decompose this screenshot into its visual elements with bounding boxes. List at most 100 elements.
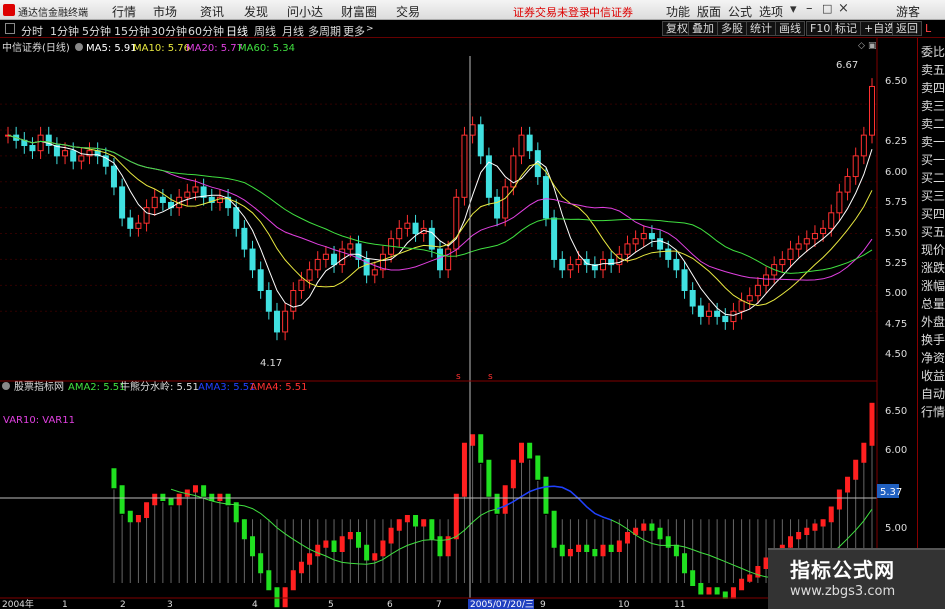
indicator-candle [323, 540, 329, 548]
side-label[interactable]: 买二 [921, 170, 945, 186]
mark-button[interactable]: 标记 [831, 21, 861, 36]
diamond-icon[interactable]: ◇ [858, 41, 865, 51]
period-multi[interactable]: 多周期 [308, 23, 341, 39]
candle [860, 134, 867, 157]
user-guest[interactable]: 游客 [896, 3, 920, 20]
candle [119, 186, 126, 219]
candle [640, 233, 647, 240]
sub-settings-icon[interactable] [2, 382, 10, 390]
indicator-candle [160, 493, 166, 501]
expand-icon[interactable]: ▣ [868, 41, 877, 51]
side-label[interactable]: 涨跌 [921, 260, 945, 276]
candle [127, 217, 134, 229]
menu-ask[interactable]: 问小达 [287, 3, 323, 20]
side-label[interactable]: 涨幅 [921, 278, 945, 294]
layout-icon[interactable] [5, 23, 15, 34]
side-label[interactable]: 卖一 [921, 134, 945, 150]
menu-discover[interactable]: 发现 [244, 3, 268, 20]
menu-layout[interactable]: 版面 [697, 3, 721, 20]
period-intraday[interactable]: 分时 [21, 23, 43, 39]
draw-button[interactable]: 画线 [775, 21, 805, 36]
side-label[interactable]: 委比 [921, 44, 945, 60]
period-15min[interactable]: 15分钟 [114, 23, 150, 39]
side-label[interactable]: 卖四 [921, 80, 945, 96]
candle [331, 253, 338, 266]
x-month: 1 [62, 600, 68, 609]
side-label[interactable]: 净资 [921, 350, 945, 366]
statistics-button[interactable]: 统计 [746, 21, 776, 36]
chart-area[interactable]: 中信证券(日线) MA5: 5.91 MA10: 5.76 MA20: 5.77… [0, 38, 917, 609]
indicator-candle [869, 402, 875, 446]
indicator-candle [543, 476, 549, 514]
candle [78, 155, 85, 162]
period-60min[interactable]: 60分钟 [188, 23, 224, 39]
side-label[interactable]: 收益 [921, 368, 945, 384]
settings-icon[interactable] [75, 43, 83, 51]
x-month: 9 [540, 600, 546, 609]
menu-quotes[interactable]: 行情 [112, 3, 136, 20]
candle [836, 191, 843, 214]
period-weekly[interactable]: 周线 [254, 23, 276, 39]
candle [518, 134, 525, 157]
back-button[interactable]: 返回 [892, 21, 922, 36]
candle [689, 290, 696, 307]
period-daily[interactable]: 日线 [226, 23, 248, 39]
indicator-candle [258, 553, 264, 574]
indicator-candle [453, 493, 459, 540]
indicator-candle [787, 536, 793, 548]
side-label[interactable]: 买五 [921, 224, 945, 240]
menu-options[interactable]: 选项 [759, 3, 783, 20]
maximize-icon[interactable]: □ [822, 2, 832, 15]
indicator-candle [144, 502, 150, 518]
side-label[interactable]: 买四 [921, 206, 945, 222]
side-label[interactable]: 买一 [921, 152, 945, 168]
candle [632, 238, 639, 245]
period-30min[interactable]: 30分钟 [151, 23, 187, 39]
side-label[interactable]: 买三 [921, 188, 945, 204]
side-label[interactable]: 外盘 [921, 314, 945, 330]
indicator-candle [478, 434, 484, 463]
minimize-window-icon[interactable]: – [806, 1, 813, 16]
menu-formula[interactable]: 公式 [728, 3, 752, 20]
period-5min[interactable]: 5分钟 [82, 23, 111, 39]
indicator-candle [820, 519, 826, 527]
side-label[interactable]: 换手 [921, 332, 945, 348]
overlay-button[interactable]: 叠加 [688, 21, 718, 36]
auto-quote-label[interactable]: 行情 [921, 404, 945, 420]
sub-axis-label: 6.00 [885, 445, 907, 456]
menu-function[interactable]: 功能 [666, 3, 690, 20]
indicator-candle [502, 485, 508, 514]
candle [143, 207, 150, 224]
side-label[interactable]: 卖二 [921, 116, 945, 132]
axis-label: 6.50 [885, 76, 907, 87]
close-icon[interactable]: × [838, 1, 849, 16]
auto-quote-label[interactable]: 自动 [921, 386, 945, 402]
candle [820, 227, 827, 235]
multi-stock-button[interactable]: 多股 [717, 21, 747, 36]
indicator-candle [135, 515, 141, 523]
indicator-candle [755, 566, 761, 578]
menu-news[interactable]: 资讯 [200, 3, 224, 20]
period-more[interactable]: 更多 [343, 23, 365, 39]
period-1min[interactable]: 1分钟 [50, 23, 79, 39]
menu-market[interactable]: 市场 [153, 3, 177, 20]
login-status[interactable]: 证券交易未登录 [513, 4, 590, 20]
candle [705, 310, 712, 317]
period-monthly[interactable]: 月线 [282, 23, 304, 39]
indicator-candle [853, 459, 859, 480]
menu-wealth[interactable]: 财富圈 [341, 3, 377, 20]
candle [37, 134, 44, 152]
x-year-label: 2004年 [2, 598, 34, 609]
side-label[interactable]: 现价 [921, 242, 945, 258]
side-label[interactable]: 总量 [921, 296, 945, 312]
indicator-candle [290, 570, 296, 591]
l-icon[interactable]: L [925, 22, 931, 35]
minimize-icon[interactable]: ▾ [790, 2, 797, 17]
side-label[interactable]: 卖五 [921, 62, 945, 78]
candle [494, 196, 501, 219]
candle [567, 264, 574, 271]
axis-label: 4.50 [885, 349, 907, 360]
menu-trade[interactable]: 交易 [396, 3, 420, 20]
side-label[interactable]: 卖三 [921, 98, 945, 114]
more-chevron-icon[interactable]: > [366, 24, 374, 34]
